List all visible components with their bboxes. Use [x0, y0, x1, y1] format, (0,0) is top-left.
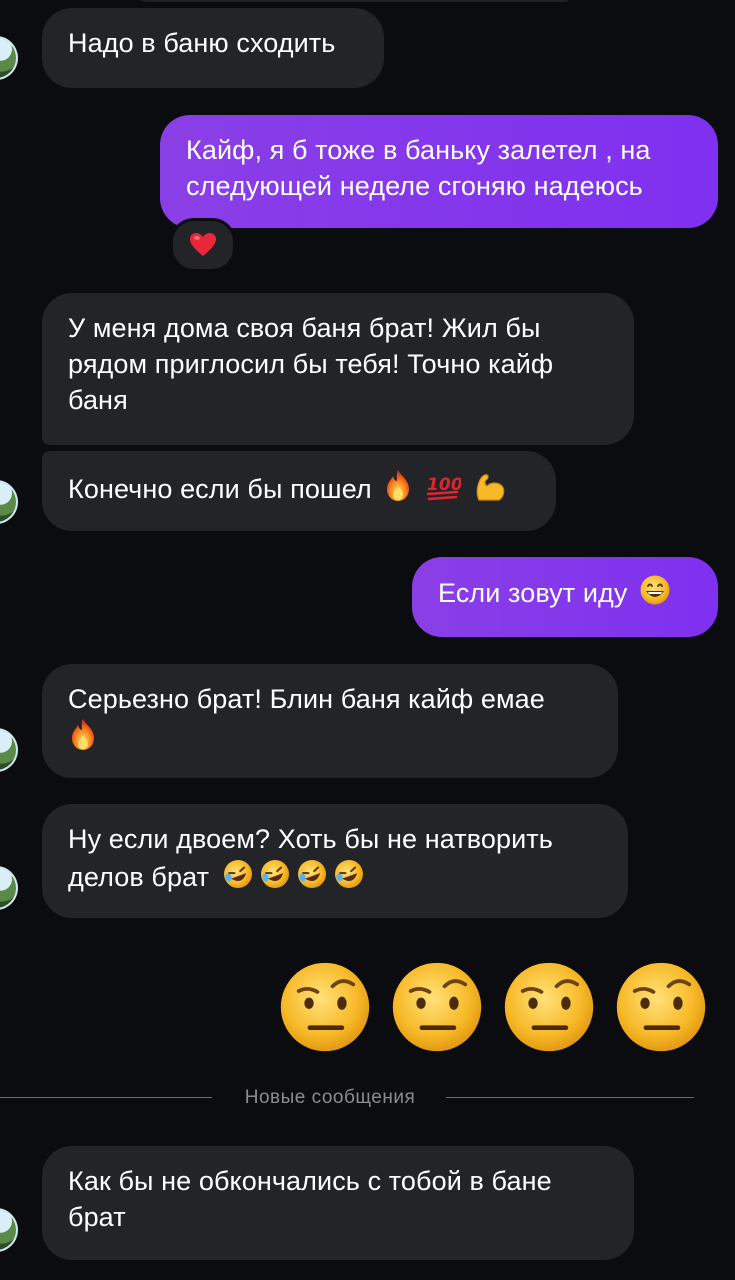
message-text-line: баня	[68, 385, 128, 415]
message-text-line: Ну если двоем? Хоть бы не натворить	[68, 824, 553, 854]
message-text-line: Серьезно брат! Блин баня кайф емае	[68, 684, 545, 714]
raised-eyebrow-face-icon	[392, 962, 482, 1052]
incoming-message-bubble[interactable]: Конечно если бы пошел 100	[42, 451, 556, 531]
contact-avatar[interactable]	[0, 1208, 18, 1252]
rolling-laughing-icons	[223, 860, 363, 888]
divider-line	[446, 1097, 694, 1098]
raised-eyebrow-face-icon	[616, 962, 706, 1052]
message-text: Конечно если бы пошел	[68, 474, 372, 504]
fire-icon	[72, 719, 94, 750]
divider-label: Новые сообщения	[244, 1087, 416, 1108]
message-text-line: рядом приглосил бы тебя! Точно кайф	[68, 349, 554, 379]
message-text-line: У меня дома своя баня брат! Жил бы	[68, 313, 541, 343]
message-text-line: Кайф, я б тоже в баньку залетел , на	[186, 135, 651, 165]
fire-icon	[387, 470, 410, 501]
contact-avatar[interactable]	[0, 728, 18, 772]
hundred-points-icon: 100	[426, 475, 461, 501]
message-text-line: Как бы не обкончались с тобой в бане	[68, 1166, 552, 1196]
raised-eyebrow-face-icon	[280, 962, 370, 1052]
previous-message-edge	[140, 0, 570, 2]
contact-avatar[interactable]	[0, 480, 18, 524]
message-text: Если зовут иду	[438, 578, 628, 608]
outgoing-message-bubble[interactable]: Кайф, я б тоже в баньку залетел , на сле…	[160, 115, 718, 228]
incoming-message-bubble[interactable]: У меня дома своя баня брат! Жил бы рядом…	[42, 293, 634, 445]
message-reaction[interactable]	[170, 218, 236, 272]
flexed-biceps-icon	[476, 474, 504, 501]
outgoing-message-bubble[interactable]: Если зовут иду	[412, 557, 718, 637]
new-messages-divider: Новые сообщения	[0, 1084, 735, 1112]
incoming-message-bubble[interactable]: Надо в баню сходить	[42, 8, 384, 88]
heart-icon	[190, 233, 216, 256]
contact-avatar[interactable]	[0, 36, 18, 80]
grinning-face-icon	[640, 575, 670, 605]
incoming-message-bubble[interactable]: Ну если двоем? Хоть бы не натворить дело…	[42, 804, 628, 918]
outgoing-emoji-message[interactable]	[278, 960, 708, 1054]
raised-eyebrow-face-icon	[504, 962, 594, 1052]
incoming-message-bubble[interactable]: Серьезно брат! Блин баня кайф емае	[42, 664, 618, 778]
contact-avatar[interactable]	[0, 866, 18, 910]
message-text: Надо в баню сходить	[68, 28, 336, 58]
message-text-line: следующей неделе сгоняю надеюсь	[186, 171, 643, 201]
message-text-line: делов брат	[68, 862, 210, 892]
message-text-line: брат	[68, 1202, 126, 1232]
incoming-message-bubble[interactable]: Как бы не обкончались с тобой в бане бра…	[42, 1146, 634, 1260]
